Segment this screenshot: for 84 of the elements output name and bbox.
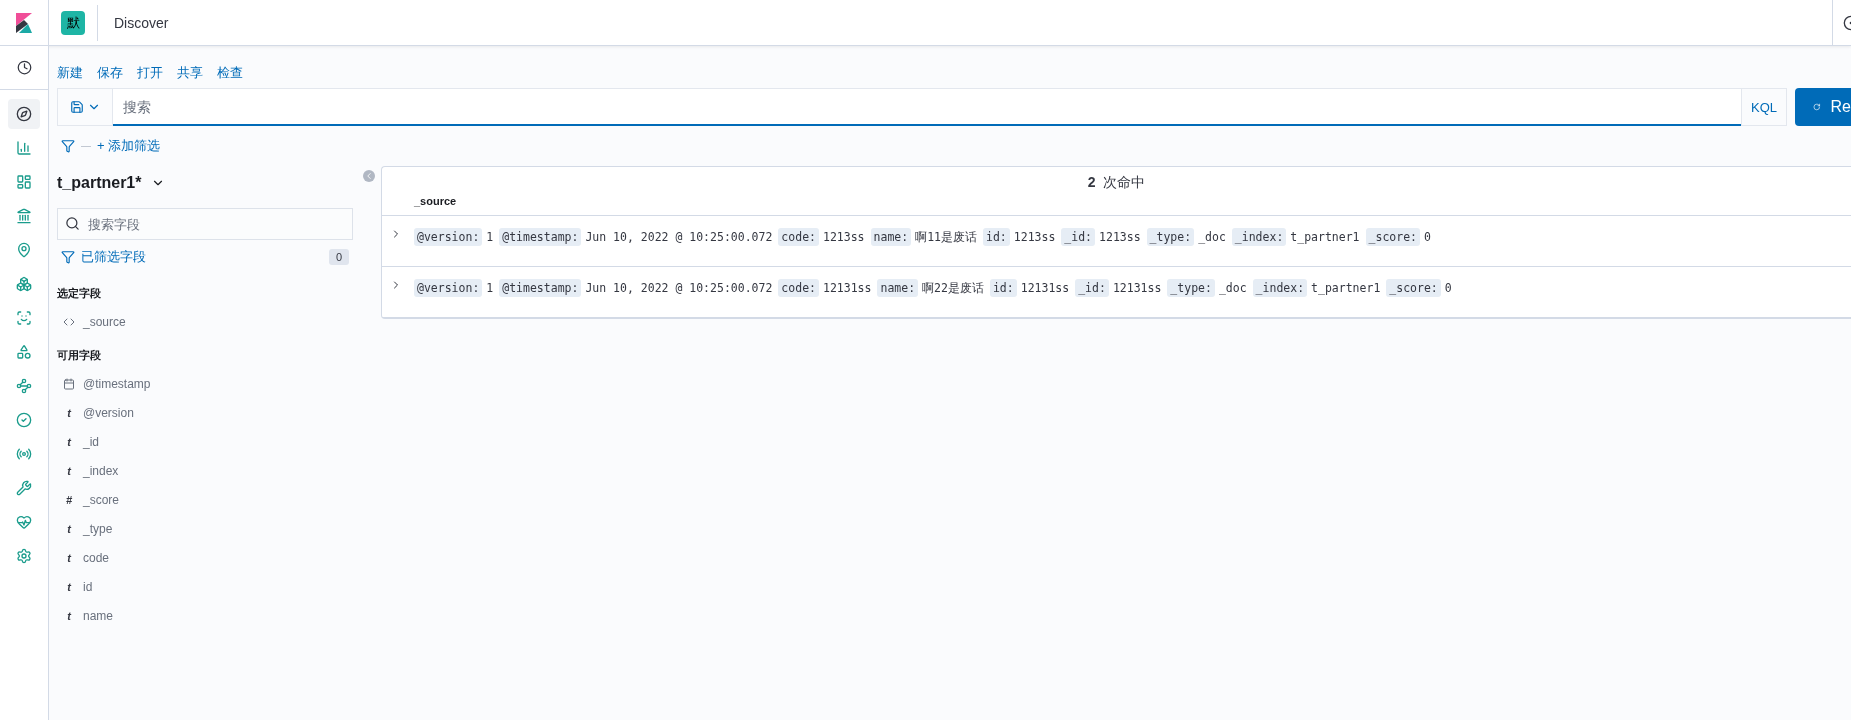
field-value: _doc (1198, 230, 1226, 244)
count-badge: 0 (328, 249, 349, 265)
field-key: id: (989, 279, 1017, 297)
space-avatar[interactable]: 默 (61, 10, 85, 35)
field-value: 1213ss (1099, 230, 1141, 244)
field-value: 1 (486, 281, 494, 295)
field-key: _type: (1146, 228, 1195, 246)
search-field[interactable]: 搜索 (113, 88, 1741, 126)
logo-icon[interactable] (16, 12, 32, 33)
field-value: 啊11是废话 (915, 229, 977, 245)
field-value: Jun 10, 2022 @ 10:25:00.072 (585, 230, 773, 244)
field-value: 1213ss (823, 230, 865, 244)
field-item[interactable]: t name (57, 601, 353, 630)
field-value: 0 (1444, 281, 1452, 295)
field-value: t_partner1 (1290, 230, 1360, 244)
field-key: _id: (1061, 228, 1096, 246)
field-item[interactable]: t id (57, 572, 353, 601)
refresh-button[interactable]: Re (1795, 88, 1851, 126)
menu-link[interactable]: 检查 (217, 64, 243, 82)
field-value: Jun 10, 2022 @ 10:25:00.072 (585, 281, 773, 295)
field-key: @version: (414, 228, 483, 246)
field-key: code: (778, 228, 819, 246)
menu-link[interactable]: 新建 (57, 64, 83, 82)
clock-icon[interactable] (16, 60, 32, 75)
section-title: 选定字段 (57, 286, 102, 301)
collapse-button[interactable] (363, 170, 375, 182)
field-key: _score: (1365, 228, 1421, 246)
column-header: _source (414, 195, 457, 207)
field-key: _score: (1386, 279, 1441, 297)
search-icon (65, 216, 80, 231)
save-icon (69, 100, 84, 114)
field-type-glyph: t (66, 464, 73, 477)
field-type-glyph: t (66, 551, 73, 564)
index-pattern-selector[interactable]: t_partner1* (57, 166, 166, 200)
field-value: 啊22是废话 (922, 280, 984, 296)
add-filter-link[interactable]: + 添加筛选 (97, 137, 161, 155)
field-key: code: (778, 279, 819, 297)
field-key: _index: (1252, 279, 1308, 297)
field-type-glyph: t (66, 522, 73, 535)
field-item[interactable]: # _score (57, 485, 353, 514)
saved-query-button[interactable] (57, 88, 113, 126)
field-type-glyph: t (66, 580, 73, 593)
field-key: @version: (414, 279, 483, 297)
field-value: _doc (1218, 281, 1247, 295)
field-key: name: (870, 228, 912, 246)
field-value: 12131ss (823, 281, 872, 295)
menu-link[interactable]: 打开 (137, 64, 163, 82)
field-item[interactable]: t _index (57, 456, 353, 485)
field-type-glyph: t (66, 435, 73, 448)
field-item[interactable]: _source (57, 307, 353, 336)
field-item[interactable]: t @version (57, 398, 353, 427)
field-key: _type: (1167, 279, 1215, 297)
field-value: 0 (1424, 230, 1431, 244)
field-key: @timestamp: (499, 279, 582, 297)
menu-link[interactable]: 共享 (177, 64, 203, 82)
page-title: Discover (114, 14, 169, 31)
field-key: id: (983, 228, 1010, 246)
field-value: 1 (486, 230, 494, 244)
discover-icon[interactable] (8, 99, 40, 129)
field-item[interactable]: t _id (57, 427, 353, 456)
calendar-icon (63, 377, 75, 390)
field-value: 1213ss (1013, 230, 1056, 244)
hits-count: 2 次命中 (1086, 173, 1147, 192)
field-item[interactable]: @timestamp (57, 369, 353, 398)
field-type-glyph: t (66, 406, 73, 419)
filter-icon[interactable] (61, 250, 75, 264)
language-button[interactable]: KQL (1741, 88, 1787, 126)
field-key: _id: (1075, 279, 1109, 297)
menu-link[interactable]: 保存 (97, 64, 123, 82)
field-type-glyph: # (64, 493, 74, 506)
field-value: 12131ss (1112, 281, 1162, 295)
filter-icon[interactable] (61, 139, 75, 153)
field-type-glyph: t (66, 609, 73, 622)
chevron-left-icon (364, 171, 374, 181)
filtered-fields-link[interactable]: 已筛选字段 (81, 248, 146, 266)
field-item[interactable]: t code (57, 543, 353, 572)
field-value: 12131ss (1020, 281, 1070, 295)
section-title: 可用字段 (57, 348, 102, 363)
field-key: _index: (1231, 228, 1287, 246)
field-item[interactable]: t _type (57, 514, 353, 543)
field-key: name: (877, 279, 919, 297)
field-search-field[interactable]: 搜索字段 (57, 208, 353, 240)
field-value: t_partner1 (1311, 281, 1381, 295)
field-key: @timestamp: (499, 228, 582, 246)
